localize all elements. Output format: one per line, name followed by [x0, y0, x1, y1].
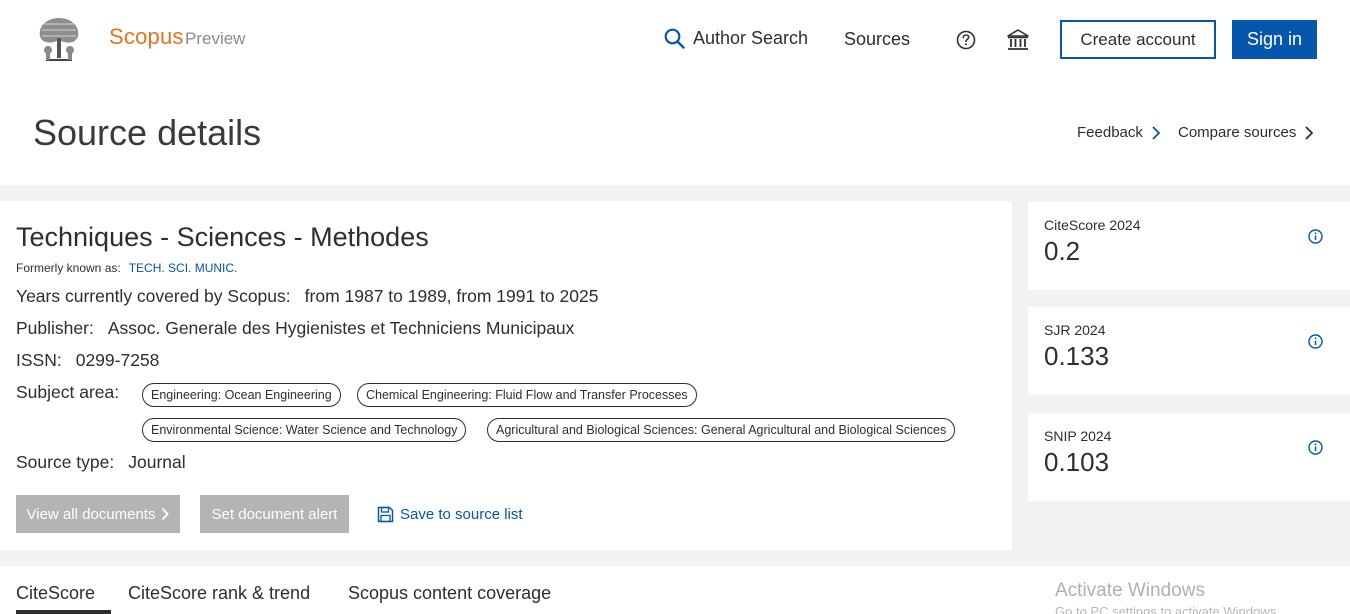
- issn-row: ISSN: 0299-7258: [16, 350, 159, 371]
- issn-label: ISSN:: [16, 350, 62, 370]
- subject-area-chip[interactable]: Chemical Engineering: Fluid Flow and Tra…: [357, 383, 697, 407]
- tab-citescore-rank-trend[interactable]: CiteScore rank & trend: [128, 583, 310, 604]
- subject-area-chip[interactable]: Agricultural and Biological Sciences: Ge…: [487, 418, 956, 442]
- subject-area-label: Subject area:: [16, 382, 120, 402]
- view-all-documents-button[interactable]: View all documents: [16, 495, 180, 533]
- save-to-source-list-link[interactable]: Save to source list: [377, 506, 523, 523]
- sign-in-button[interactable]: Sign in: [1232, 20, 1317, 59]
- years-value: from 1987 to 1989, from 1991 to 2025: [304, 286, 599, 306]
- metric-label: CiteScore 2024: [1044, 217, 1141, 233]
- author-search-link[interactable]: Author Search: [664, 28, 808, 49]
- brand-preview-label: Preview: [185, 29, 246, 48]
- author-search-label: Author Search: [693, 28, 809, 48]
- source-title: Techniques - Sciences - Methodes: [16, 222, 429, 252]
- metric-value: 0.2: [1044, 236, 1081, 266]
- info-icon[interactable]: [1308, 440, 1323, 455]
- snip-card: SNIP 2024 0.103: [1028, 413, 1350, 501]
- formerly-label: Formerly known as:: [16, 261, 121, 275]
- chevron-right-icon: [162, 507, 170, 521]
- citescore-card: CiteScore 2024 0.2: [1028, 202, 1350, 290]
- activate-windows-watermark: Activate Windows: [1055, 580, 1205, 601]
- source-type-value: Journal: [128, 452, 186, 472]
- years-covered-row: Years currently covered by Scopus: from 1…: [16, 286, 598, 307]
- tab-citescore[interactable]: CiteScore: [16, 583, 95, 604]
- formerly-known-as: Formerly known as: TECH. SCI. MUNIC.: [16, 261, 237, 275]
- formerly-title-link[interactable]: TECH. SCI. MUNIC.: [129, 261, 238, 275]
- metric-value: 0.133: [1044, 341, 1110, 371]
- save-to-source-list-label: Save to source list: [400, 506, 523, 523]
- set-document-alert-button[interactable]: Set document alert: [200, 495, 349, 533]
- feedback-link[interactable]: Feedback: [1077, 124, 1161, 141]
- metric-value: 0.103: [1044, 447, 1110, 477]
- sources-link[interactable]: Sources: [844, 29, 910, 50]
- source-type-label: Source type:: [16, 452, 115, 472]
- activate-windows-subtext: Go to PC settings to activate Windows.: [1055, 604, 1280, 614]
- create-account-button[interactable]: Create account: [1060, 20, 1216, 59]
- save-icon: [377, 506, 394, 523]
- metric-label: SJR 2024: [1044, 322, 1106, 338]
- source-details-card: Techniques - Sciences - Methodes Formerl…: [0, 201, 1012, 550]
- years-label: Years currently covered by Scopus:: [16, 286, 291, 306]
- elsevier-logo-icon[interactable]: [32, 14, 86, 64]
- publisher-value: Assoc. Generale des Hygienistes et Techn…: [107, 318, 575, 338]
- issn-value: 0299-7258: [75, 350, 160, 370]
- subject-area-chip[interactable]: Engineering: Ocean Engineering: [142, 383, 341, 407]
- sjr-card: SJR 2024 0.133: [1028, 307, 1350, 395]
- source-type-row: Source type: Journal: [16, 452, 186, 473]
- active-tab-indicator: [16, 610, 111, 614]
- scopus-brand[interactable]: Scopus: [109, 24, 184, 50]
- info-icon[interactable]: [1308, 229, 1323, 244]
- compare-sources-label: Compare sources: [1178, 124, 1297, 141]
- chevron-right-icon: [1152, 125, 1161, 140]
- top-header: Scopus Preview Author Search Sources Cre…: [0, 0, 1350, 185]
- source-tabs: CiteScore CiteScore rank & trend Scopus …: [0, 566, 1350, 614]
- publisher-label: Publisher:: [16, 318, 94, 338]
- metric-label: SNIP 2024: [1044, 428, 1112, 444]
- feedback-label: Feedback: [1077, 124, 1143, 141]
- view-all-documents-label: View all documents: [26, 505, 156, 523]
- compare-sources-link[interactable]: Compare sources: [1178, 124, 1314, 141]
- institution-icon[interactable]: [1007, 28, 1029, 52]
- tab-scopus-content-coverage[interactable]: Scopus content coverage: [348, 583, 551, 604]
- help-icon[interactable]: [956, 30, 976, 50]
- search-icon: [664, 28, 685, 49]
- subject-area-chip[interactable]: Environmental Science: Water Science and…: [142, 418, 467, 442]
- publisher-row: Publisher: Assoc. Generale des Hygieniste…: [16, 318, 574, 339]
- page-title: Source details: [33, 112, 262, 153]
- info-icon[interactable]: [1308, 334, 1323, 349]
- chevron-right-icon: [1305, 125, 1314, 140]
